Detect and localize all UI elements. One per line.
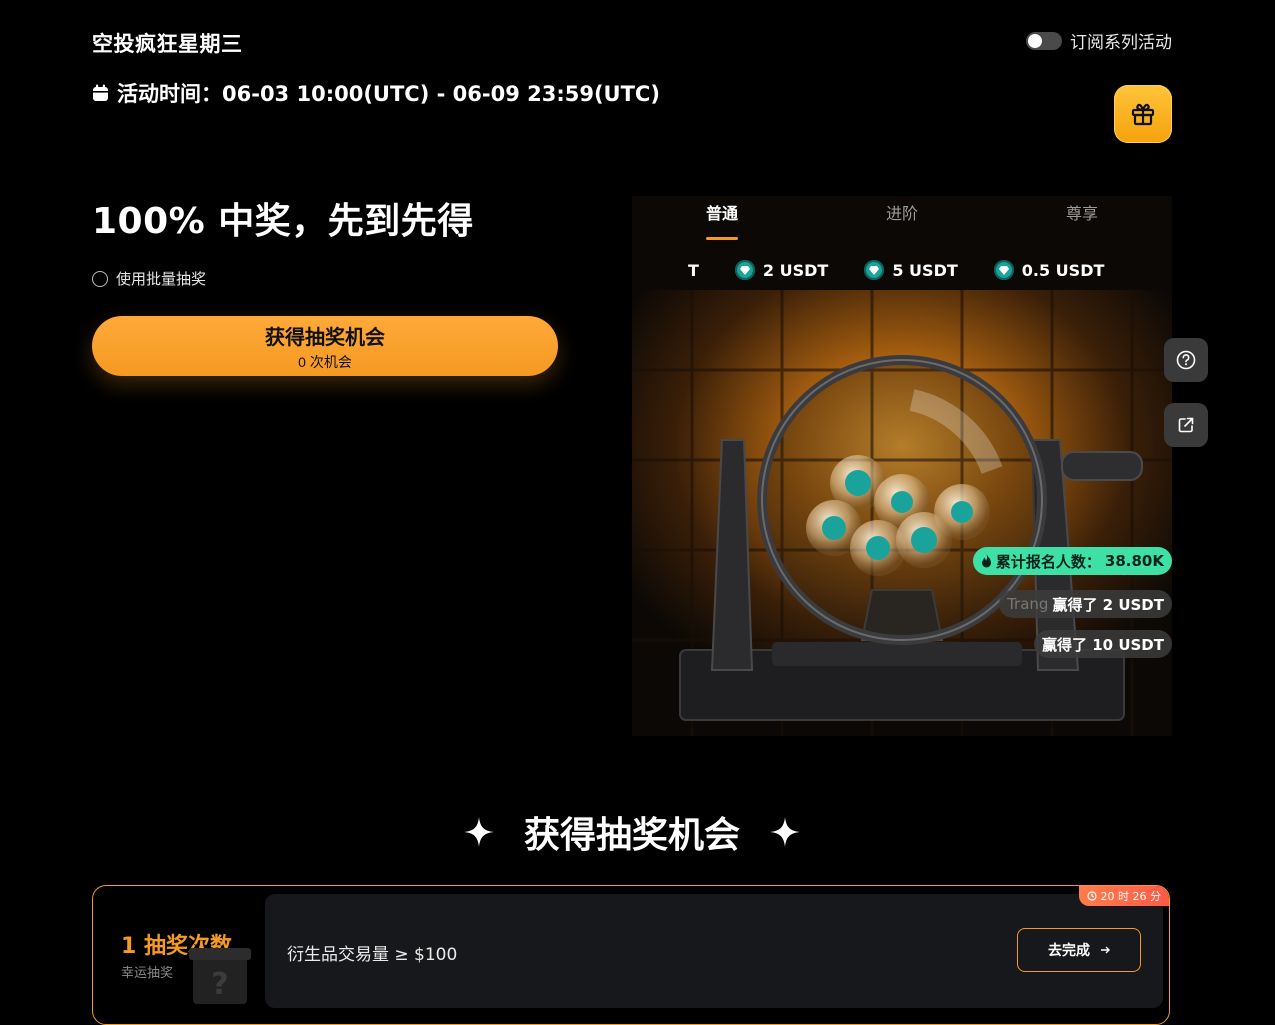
activity-time: 活动时间：06-03 10:00(UTC) - 06-09 23:59(UTC)	[92, 78, 660, 108]
section-heading: 获得抽奖机会	[0, 806, 1264, 858]
lottery-panel: 普通 进阶 尊享 T 2 USDT 5 USDT 0.5 USDT 累计报名人数…	[632, 196, 1172, 736]
hero-headline: 100% 中奖，先到先得	[92, 201, 474, 242]
participants-value: 38.80K	[1104, 552, 1164, 570]
winner-name: Trang	[1007, 595, 1049, 613]
sparkle-icon	[770, 817, 800, 847]
prize-item: 5 USDT	[864, 260, 958, 280]
winner-feed-item: Trang 赢得了 2 USDT	[999, 590, 1172, 618]
prize-item: 0.5 USDT	[993, 260, 1105, 280]
draw-button-label: 获得抽奖机会	[265, 326, 385, 349]
external-link-icon	[1178, 417, 1194, 433]
activity-time-text: 活动时间：06-03 10:00(UTC) - 06-09 23:59(UTC)	[117, 82, 660, 106]
participants-label: 累计报名人数：	[995, 552, 1101, 571]
countdown-text: 20 时 26 分	[1100, 890, 1161, 903]
gem-icon	[993, 260, 1014, 280]
chances-count: 0 次机会	[298, 353, 352, 370]
fire-icon	[981, 554, 991, 568]
prize-amount: T	[688, 260, 699, 280]
tab-premium[interactable]: 尊享	[992, 196, 1172, 242]
active-tab-indicator	[706, 237, 738, 240]
sparkle-icon	[463, 817, 494, 847]
gem-icon	[734, 260, 755, 280]
winner-prize: 赢得了 2 USDT	[1052, 595, 1164, 614]
get-draw-chance-button[interactable]: 获得抽奖机会 0 次机会	[92, 316, 558, 376]
gift-icon	[1131, 103, 1155, 126]
prize-amount: 0.5 USDT	[1021, 260, 1105, 280]
gift-button[interactable]	[1114, 85, 1172, 143]
go-complete-button[interactable]: 去完成	[1017, 928, 1141, 972]
gem-icon	[864, 260, 885, 280]
prize-item: 2 USDT	[734, 260, 829, 280]
task-detail-panel: 衍生品交易量 ≥ $100 去完成	[265, 894, 1163, 1008]
batch-label: 使用批量抽奖	[116, 270, 207, 288]
prize-amount: 5 USDT	[892, 260, 958, 280]
prize-ticker: T 2 USDT 5 USDT 0.5 USDT	[688, 250, 1118, 290]
arrow-right-icon	[1101, 946, 1110, 954]
help-button[interactable]	[1164, 338, 1208, 382]
prize-amount: 2 USDT	[762, 260, 829, 280]
winner-prize: 赢得了 10 USDT	[1042, 635, 1164, 654]
subscribe-label: 订阅系列活动	[1070, 33, 1172, 53]
mystery-box-icon: ?	[189, 948, 251, 1004]
winner-feed-item: 赢得了 10 USDT	[1034, 630, 1172, 658]
tab-normal[interactable]: 普通	[632, 196, 812, 242]
lottery-machine-illustration	[632, 290, 1172, 736]
task-requirement: 衍生品交易量 ≥ $100	[287, 945, 458, 965]
batch-draw-option[interactable]: 使用批量抽奖	[92, 268, 206, 289]
share-button[interactable]	[1164, 403, 1208, 447]
clock-icon	[1086, 891, 1097, 901]
calendar-icon	[93, 84, 108, 101]
task-card: 1 抽奖次数 幸运抽奖 ? 衍生品交易量 ≥ $100 去完成 20 时 26 …	[92, 885, 1170, 1025]
svg-text:?: ?	[211, 967, 228, 1002]
tab-normal-label: 普通	[705, 204, 738, 223]
subscribe-toggle-row[interactable]: 订阅系列活动	[1026, 28, 1172, 53]
tier-tabs: 普通 进阶 尊享	[632, 196, 1172, 242]
tab-advanced[interactable]: 进阶	[812, 196, 992, 242]
page-title: 空投疯狂星期三	[92, 32, 243, 56]
countdown-badge: 20 时 26 分	[1078, 886, 1169, 906]
tab-premium-label: 尊享	[1065, 204, 1098, 223]
question-icon	[1176, 350, 1196, 370]
participants-badge: 累计报名人数： 38.80K	[972, 547, 1172, 575]
batch-radio[interactable]	[92, 270, 108, 287]
prize-item: T	[688, 261, 699, 280]
subscribe-toggle[interactable]	[1026, 31, 1062, 50]
section-title: 获得抽奖机会	[523, 815, 740, 856]
go-complete-label: 去完成	[1048, 942, 1090, 958]
tab-advanced-label: 进阶	[885, 204, 918, 223]
